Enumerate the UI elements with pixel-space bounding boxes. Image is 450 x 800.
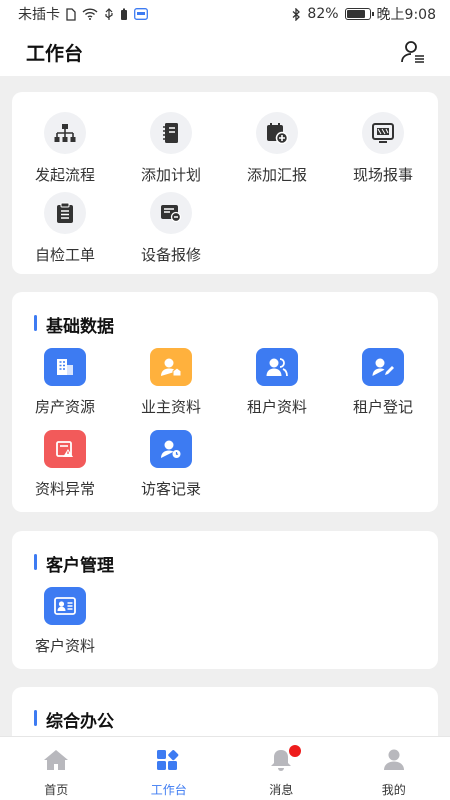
basic-data-card: 基础数据 房产资源 业主资料 租户资料 租户登记 资料异常 访客记录 <box>12 292 438 512</box>
device-repair-icon <box>150 192 192 234</box>
customer-management-title: 客户管理 <box>34 551 114 576</box>
tenant-register-label: 租户登记 <box>352 398 413 416</box>
notebook-icon <box>150 112 192 154</box>
battery-saver-icon <box>120 8 128 21</box>
customer-info-label: 客户资料 <box>34 637 95 655</box>
tab-messages[interactable]: 消息 <box>225 737 338 800</box>
tab-home-label: 首页 <box>44 783 69 797</box>
owner-info-label: 业主资料 <box>140 398 201 416</box>
bluetooth-icon <box>292 7 301 21</box>
tenant-register-icon <box>362 348 404 386</box>
calendar-add-icon <box>256 112 298 154</box>
self-check-order-button[interactable]: 自检工单 <box>12 192 118 265</box>
battery-percent: 82% <box>307 6 339 22</box>
app-header: 工作台 <box>0 28 450 76</box>
equipment-repair-label: 设备报修 <box>140 246 201 264</box>
workbench-content[interactable]: 发起流程 添加计划 添加汇报 现场报事 自检工单 设备报修 基础数据 房产资源 … <box>0 76 450 736</box>
data-exception-label: 资料异常 <box>34 480 95 498</box>
office-card: 综合办公 <box>12 687 438 736</box>
visitor-record-icon <box>150 430 192 468</box>
property-resources-label: 房产资源 <box>34 398 95 416</box>
customer-management-card: 客户管理 客户资料 <box>12 531 438 669</box>
building-icon <box>44 348 86 386</box>
wifi-icon <box>82 8 98 20</box>
workbench-icon <box>156 749 182 775</box>
battery-icon <box>344 8 374 20</box>
bottom-tab-bar: 首页 工作台 消息 我的 <box>0 736 450 800</box>
owner-info-button[interactable]: 业主资料 <box>118 348 224 417</box>
app-notification-icon <box>134 8 148 20</box>
visitor-record-label: 访客记录 <box>140 480 201 498</box>
start-process-button[interactable]: 发起流程 <box>12 112 118 185</box>
tenant-info-button[interactable]: 租户资料 <box>224 348 330 417</box>
add-report-label: 添加汇报 <box>246 166 307 184</box>
visitor-record-button[interactable]: 访客记录 <box>118 430 224 499</box>
monitor-report-icon <box>362 112 404 154</box>
add-plan-label: 添加计划 <box>140 166 201 184</box>
onsite-report-label: 现场报事 <box>352 166 413 184</box>
message-badge-dot <box>289 745 301 757</box>
page-title: 工作台 <box>26 42 84 65</box>
owner-icon <box>150 348 192 386</box>
tab-workbench-label: 工作台 <box>150 783 187 797</box>
status-bar: 未插卡 82% 晚上9:08 <box>0 0 450 28</box>
tenants-icon <box>256 348 298 386</box>
clock-time: 晚上9:08 <box>376 7 436 23</box>
flowchart-icon <box>44 112 86 154</box>
data-warning-icon <box>44 430 86 468</box>
tab-mine[interactable]: 我的 <box>338 737 450 800</box>
start-process-label: 发起流程 <box>34 166 95 184</box>
office-title: 综合办公 <box>34 707 114 732</box>
customer-info-button[interactable]: 客户资料 <box>12 587 118 656</box>
carrier-text: 未插卡 <box>18 7 60 23</box>
tenant-info-label: 租户资料 <box>246 398 307 416</box>
tab-workbench[interactable]: 工作台 <box>113 737 226 800</box>
sim-icon <box>66 7 76 21</box>
tab-messages-label: 消息 <box>269 783 294 797</box>
data-exception-button[interactable]: 资料异常 <box>12 430 118 499</box>
self-check-order-label: 自检工单 <box>34 246 95 264</box>
tenant-register-button[interactable]: 租户登记 <box>330 348 436 417</box>
user-list-icon[interactable] <box>398 37 428 67</box>
customer-card-icon <box>44 587 86 625</box>
add-plan-button[interactable]: 添加计划 <box>118 112 224 185</box>
tab-home[interactable]: 首页 <box>0 737 113 800</box>
add-report-button[interactable]: 添加汇报 <box>224 112 330 185</box>
usb-icon <box>104 7 114 21</box>
onsite-report-button[interactable]: 现场报事 <box>330 112 436 185</box>
property-resources-button[interactable]: 房产资源 <box>12 348 118 417</box>
clipboard-icon <box>44 192 86 234</box>
person-icon <box>382 749 406 775</box>
tab-mine-label: 我的 <box>381 783 406 797</box>
basic-data-title: 基础数据 <box>34 312 114 337</box>
home-icon <box>43 749 69 775</box>
equipment-repair-button[interactable]: 设备报修 <box>118 192 224 265</box>
quick-actions-card: 发起流程 添加计划 添加汇报 现场报事 自检工单 设备报修 <box>12 92 438 274</box>
